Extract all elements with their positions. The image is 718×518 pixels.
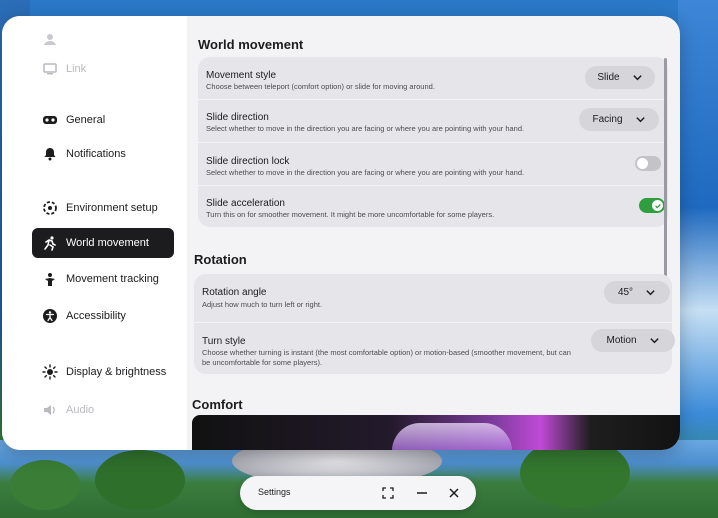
comfort-preview-accent xyxy=(392,423,512,450)
settings-panel: Link General Notifications Environment s… xyxy=(2,16,680,450)
rotation-card: Rotation angle Adjust how much to turn l… xyxy=(194,274,675,374)
bell-icon xyxy=(42,146,58,162)
movement-style-dropdown[interactable]: Slide xyxy=(585,66,655,89)
setting-title: Slide direction lock xyxy=(206,156,290,167)
chevron-down-icon xyxy=(646,290,655,296)
turn-style-dropdown[interactable]: Motion xyxy=(591,329,675,352)
headset-icon xyxy=(42,112,58,128)
setting-row-slide-direction: Slide direction Select whether to move i… xyxy=(198,100,668,142)
setting-description: Select whether to move in the direction … xyxy=(206,168,525,177)
sidebar: Link General Notifications Environment s… xyxy=(2,16,187,450)
sidebar-item-movement-tracking[interactable]: Movement tracking xyxy=(32,264,174,294)
minimize-button[interactable] xyxy=(414,485,430,501)
background-tree xyxy=(10,460,80,510)
sidebar-item-display-brightness[interactable]: Display & brightness xyxy=(32,357,174,387)
sidebar-item-world-movement[interactable]: World movement xyxy=(32,228,174,258)
sidebar-item-accessibility[interactable]: Accessibility xyxy=(32,301,174,331)
dropdown-value: Facing xyxy=(592,114,623,125)
minimize-icon xyxy=(417,492,427,494)
scrollbar[interactable] xyxy=(664,58,667,284)
section-title-rotation: Rotation xyxy=(194,252,247,267)
close-icon xyxy=(449,488,459,498)
setting-description: Choose between teleport (comfort option)… xyxy=(206,82,435,91)
setting-row-movement-style: Movement style Choose between teleport (… xyxy=(198,57,668,99)
window-taskbar: Settings xyxy=(240,476,476,510)
sidebar-item-general[interactable]: General xyxy=(32,105,174,135)
sidebar-item-label: Movement tracking xyxy=(66,273,159,285)
setting-row-slide-acceleration: Slide acceleration Turn this on for smoo… xyxy=(198,186,668,227)
chevron-down-icon xyxy=(635,117,645,123)
sidebar-item-label: Accessibility xyxy=(66,310,126,322)
speaker-icon xyxy=(42,402,58,418)
sidebar-item-label: World movement xyxy=(66,237,149,249)
toggle-knob xyxy=(652,200,663,211)
setting-row-rotation-angle: Rotation angle Adjust how much to turn l… xyxy=(194,274,672,322)
sidebar-item-environment-setup[interactable]: Environment setup xyxy=(32,193,174,223)
sidebar-item-label: General xyxy=(66,114,106,126)
toggle-knob xyxy=(637,158,648,169)
sidebar-item-label: Link xyxy=(66,63,87,75)
sidebar-item-notifications[interactable]: Notifications xyxy=(32,139,174,169)
tracking-icon xyxy=(42,271,58,287)
slide-direction-dropdown[interactable]: Facing xyxy=(579,108,659,131)
comfort-preview-image xyxy=(192,415,680,450)
sidebar-item-account[interactable] xyxy=(32,24,174,54)
sidebar-item-link[interactable]: Link xyxy=(32,54,174,84)
account-icon xyxy=(42,31,58,47)
environment-icon xyxy=(42,200,58,216)
taskbar-title: Settings xyxy=(258,487,291,497)
rotation-angle-dropdown[interactable]: 45° xyxy=(604,281,670,304)
dropdown-value: Motion xyxy=(606,335,637,346)
setting-description: Select whether to move in the direction … xyxy=(206,124,525,133)
setting-title: Turn style xyxy=(202,336,246,347)
world-movement-card: Movement style Choose between teleport (… xyxy=(198,57,668,227)
running-icon xyxy=(42,235,58,251)
sidebar-item-audio[interactable]: Audio xyxy=(32,395,174,425)
setting-title: Slide acceleration xyxy=(206,198,285,209)
sidebar-item-label: Notifications xyxy=(66,148,126,160)
setting-title: Movement style xyxy=(206,70,277,81)
dropdown-value: Slide xyxy=(597,72,620,83)
expand-icon xyxy=(382,487,394,499)
sidebar-item-label: Display & brightness xyxy=(66,366,167,378)
setting-row-turn-style: Turn style Choose whether turning is ins… xyxy=(194,323,675,374)
sun-icon xyxy=(42,364,58,380)
sidebar-item-label: Audio xyxy=(66,404,95,416)
dropdown-value: 45° xyxy=(617,287,634,298)
sidebar-item-label: Environment setup xyxy=(66,202,158,214)
slide-direction-lock-toggle[interactable] xyxy=(635,156,661,171)
background-tree xyxy=(95,450,185,510)
setting-description: Turn this on for smoother movement. It m… xyxy=(206,210,495,219)
setting-row-slide-direction-lock: Slide direction lock Select whether to m… xyxy=(198,143,668,185)
check-icon xyxy=(654,203,661,209)
setting-title: Rotation angle xyxy=(202,287,267,298)
setting-description: Adjust how much to turn left or right. xyxy=(202,300,323,309)
setting-title: Slide direction xyxy=(206,112,269,123)
section-title-world-movement: World movement xyxy=(198,37,304,52)
chevron-down-icon xyxy=(632,75,642,81)
chevron-down-icon xyxy=(649,338,659,344)
section-title-comfort: Comfort xyxy=(192,397,243,412)
close-button[interactable] xyxy=(446,485,462,501)
link-icon xyxy=(42,61,58,77)
expand-button[interactable] xyxy=(380,485,396,501)
setting-description: Choose whether turning is instant (the m… xyxy=(202,348,571,368)
slide-acceleration-toggle[interactable] xyxy=(639,198,665,213)
accessibility-icon xyxy=(42,308,58,324)
